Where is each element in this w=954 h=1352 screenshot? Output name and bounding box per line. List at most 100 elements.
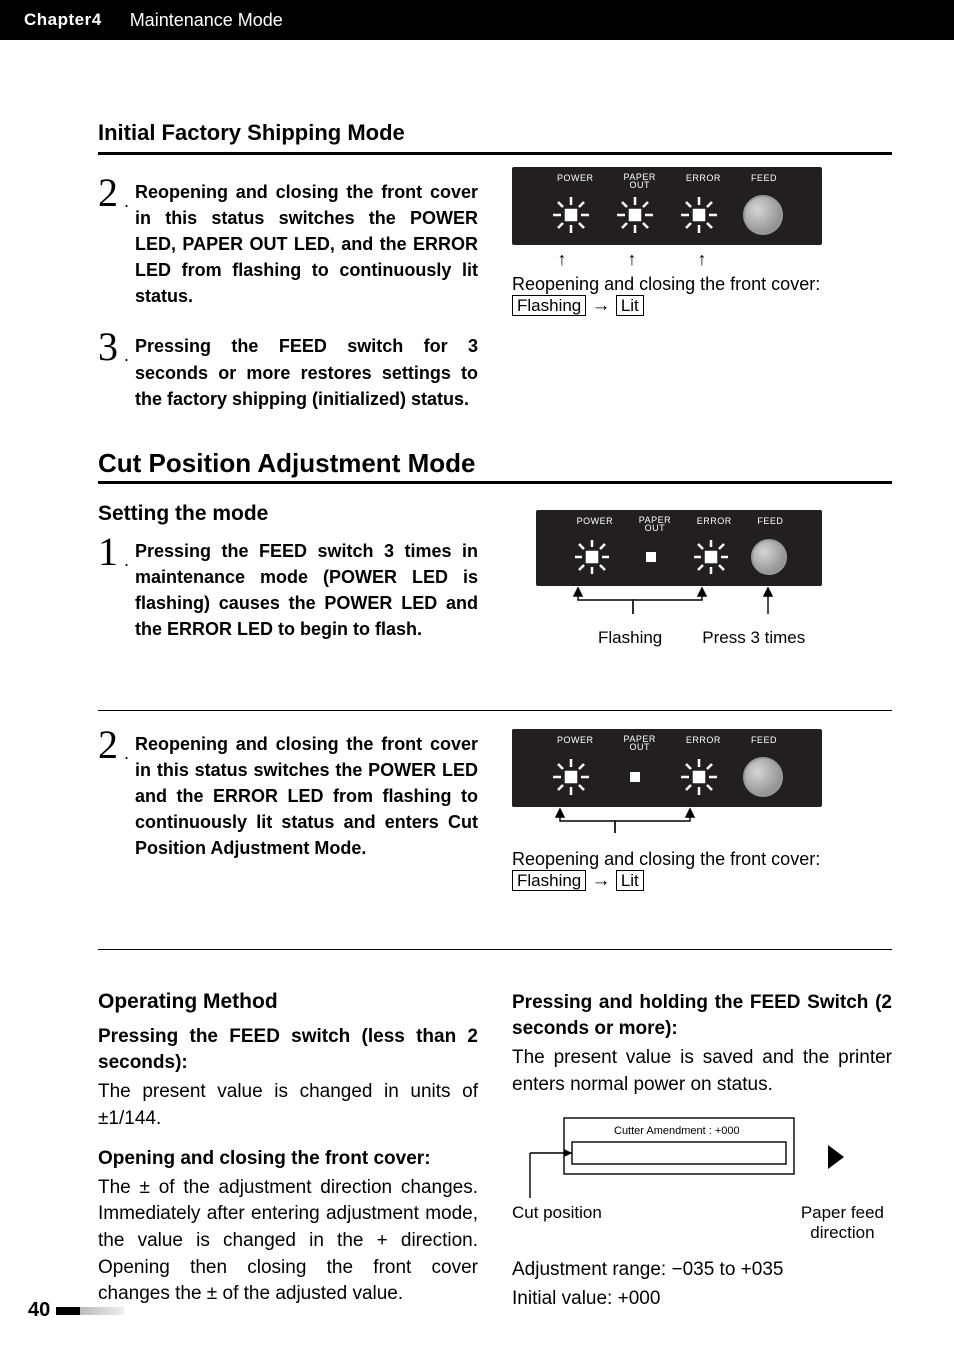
press-label: Press 3 times — [702, 628, 805, 648]
step-number: 1 — [98, 532, 118, 572]
panel-labels: POWER PAPEROUT ERROR FEED — [551, 516, 809, 532]
label-error: ERROR — [686, 735, 721, 751]
label-paper-out: PAPEROUT — [624, 735, 656, 751]
state-to: Lit — [616, 295, 644, 316]
panel-box: POWER PAPEROUT ERROR FEED — [512, 167, 822, 245]
label-power: POWER — [577, 516, 614, 532]
panel-items — [527, 757, 807, 797]
label-paper-out: PAPEROUT — [639, 516, 671, 532]
label-feed: FEED — [751, 173, 777, 189]
panel-caption: Reopening and closing the front cover: — [512, 849, 822, 870]
step-dot: . — [124, 743, 129, 764]
feed-button-icon — [743, 757, 783, 797]
up-arrow-icon: ↑ — [527, 249, 597, 270]
page-footer: 40 — [28, 1299, 124, 1322]
step-number: 2 — [98, 173, 118, 213]
led-panel-confirm: POWER PAPEROUT ERROR FEED Reopen — [512, 729, 822, 892]
label-error: ERROR — [686, 173, 721, 189]
panel-box: POWER PAPEROUT ERROR FEED — [536, 510, 822, 586]
diagram-label-text: Cutter Amendment : +000 — [614, 1125, 740, 1137]
paper-led-off-icon — [632, 538, 670, 576]
state-from: Flashing — [512, 295, 586, 316]
paper-led-off-icon — [615, 757, 655, 797]
arrow-icon: → — [592, 870, 611, 891]
power-led-icon — [551, 195, 591, 235]
led-panel-setting: POWER PAPEROUT ERROR FEED — [536, 510, 846, 648]
adjustment-range: Adjustment range: −035 to +035 — [512, 1257, 892, 1284]
step-number: 2 — [98, 725, 118, 765]
paper-led-icon — [615, 195, 655, 235]
label-feed: FEED — [757, 516, 783, 532]
open-close-body: The ± of the adjustment direction change… — [98, 1175, 478, 1308]
step-dot: . — [124, 550, 129, 571]
divider — [98, 710, 892, 711]
panel-sublabels: Flashing Press 3 times — [536, 628, 846, 648]
feed-short-body: The present value is changed in units of… — [98, 1079, 478, 1132]
left-column: Operating Method Pressing the FEED switc… — [98, 964, 478, 1313]
divider — [98, 152, 892, 155]
up-arrow-icon: ↑ — [667, 249, 737, 270]
power-led-icon — [551, 757, 591, 797]
step-1: 1 . Pressing the FEED switch 3 times in … — [98, 532, 478, 642]
step-text: Pressing the FEED switch for 3 seconds o… — [135, 333, 478, 411]
step-text: Pressing the FEED switch 3 times in main… — [135, 538, 478, 642]
heading-initial-factory: Initial Factory Shipping Mode — [98, 120, 892, 146]
step-2: 2 . Reopening and closing the front cove… — [98, 173, 478, 309]
step-dot: . — [124, 191, 129, 212]
state-transition: Flashing → Lit — [512, 870, 822, 892]
arrow-row: ↑ ↑ ↑ — [527, 249, 807, 270]
arrow-connectors-icon — [512, 807, 822, 839]
right-column: Pressing and holding the FEED Switch (2 … — [512, 964, 892, 1313]
label-error: ERROR — [697, 516, 732, 532]
power-led-icon — [573, 538, 611, 576]
page-header: Chapter4 Maintenance Mode — [0, 0, 954, 40]
step-3: 3 . Pressing the FEED switch for 3 secon… — [98, 327, 478, 411]
page-number: 40 — [28, 1299, 50, 1322]
panel-box: POWER PAPEROUT ERROR FEED — [512, 729, 822, 807]
led-panel-initial: POWER PAPEROUT ERROR FEED ↑ ↑ ↑ Reopeni — [512, 167, 822, 317]
heading-operating: Operating Method — [98, 990, 478, 1014]
panel-caption: Reopening and closing the front cover: — [512, 274, 822, 295]
cut-position-diagram: Cutter Amendment : +000 Cut position Pap… — [512, 1112, 892, 1243]
chapter-title: Maintenance Mode — [130, 10, 283, 31]
panel-items — [527, 195, 807, 235]
step-text: Reopening and closing the front cover in… — [135, 731, 478, 861]
up-arrow-icon: ↑ — [597, 249, 667, 270]
error-led-icon — [679, 757, 719, 797]
feed-button-icon — [743, 195, 783, 235]
feed-short-heading: Pressing the FEED switch (less than 2 se… — [98, 1024, 478, 1077]
heading-cut-position: Cut Position Adjustment Mode — [98, 448, 892, 479]
panel-labels: POWER PAPEROUT ERROR FEED — [527, 173, 807, 189]
state-from: Flashing — [512, 870, 586, 891]
diagram-sublabels: Cut position Paper feed direction — [512, 1203, 892, 1243]
feed-button-icon — [751, 539, 787, 575]
arrow-connectors-icon — [536, 586, 822, 622]
divider — [98, 949, 892, 950]
error-led-icon — [692, 538, 730, 576]
feed-long-body: The present value is saved and the print… — [512, 1045, 892, 1098]
step-dot: . — [124, 345, 129, 366]
paper-feed-label: Paper feed direction — [801, 1203, 884, 1243]
open-close-heading: Opening and closing the front cover: — [98, 1146, 478, 1173]
chapter-label: Chapter4 — [24, 10, 102, 30]
panel-items — [551, 538, 809, 576]
cut-position-label: Cut position — [512, 1203, 602, 1243]
label-power: POWER — [557, 173, 594, 189]
state-transition: Flashing → Lit — [512, 295, 822, 317]
error-led-icon — [679, 195, 719, 235]
label-paper-out: PAPEROUT — [624, 173, 656, 189]
divider — [98, 481, 892, 484]
page-content: Initial Factory Shipping Mode 2 . Reopen… — [98, 120, 892, 1312]
step-number: 3 — [98, 327, 118, 367]
state-to: Lit — [616, 870, 644, 891]
label-power: POWER — [557, 735, 594, 751]
label-feed: FEED — [751, 735, 777, 751]
step-text: Reopening and closing the front cover in… — [135, 179, 478, 309]
flashing-label: Flashing — [598, 628, 662, 648]
operating-method-row: Operating Method Pressing the FEED switc… — [98, 964, 892, 1313]
step-2b: 2 . Reopening and closing the front cove… — [98, 725, 478, 861]
feed-long-heading: Pressing and holding the FEED Switch (2 … — [512, 990, 892, 1043]
initial-value: Initial value: +000 — [512, 1286, 892, 1313]
panel-labels: POWER PAPEROUT ERROR FEED — [527, 735, 807, 751]
arrow-icon: → — [592, 295, 611, 316]
